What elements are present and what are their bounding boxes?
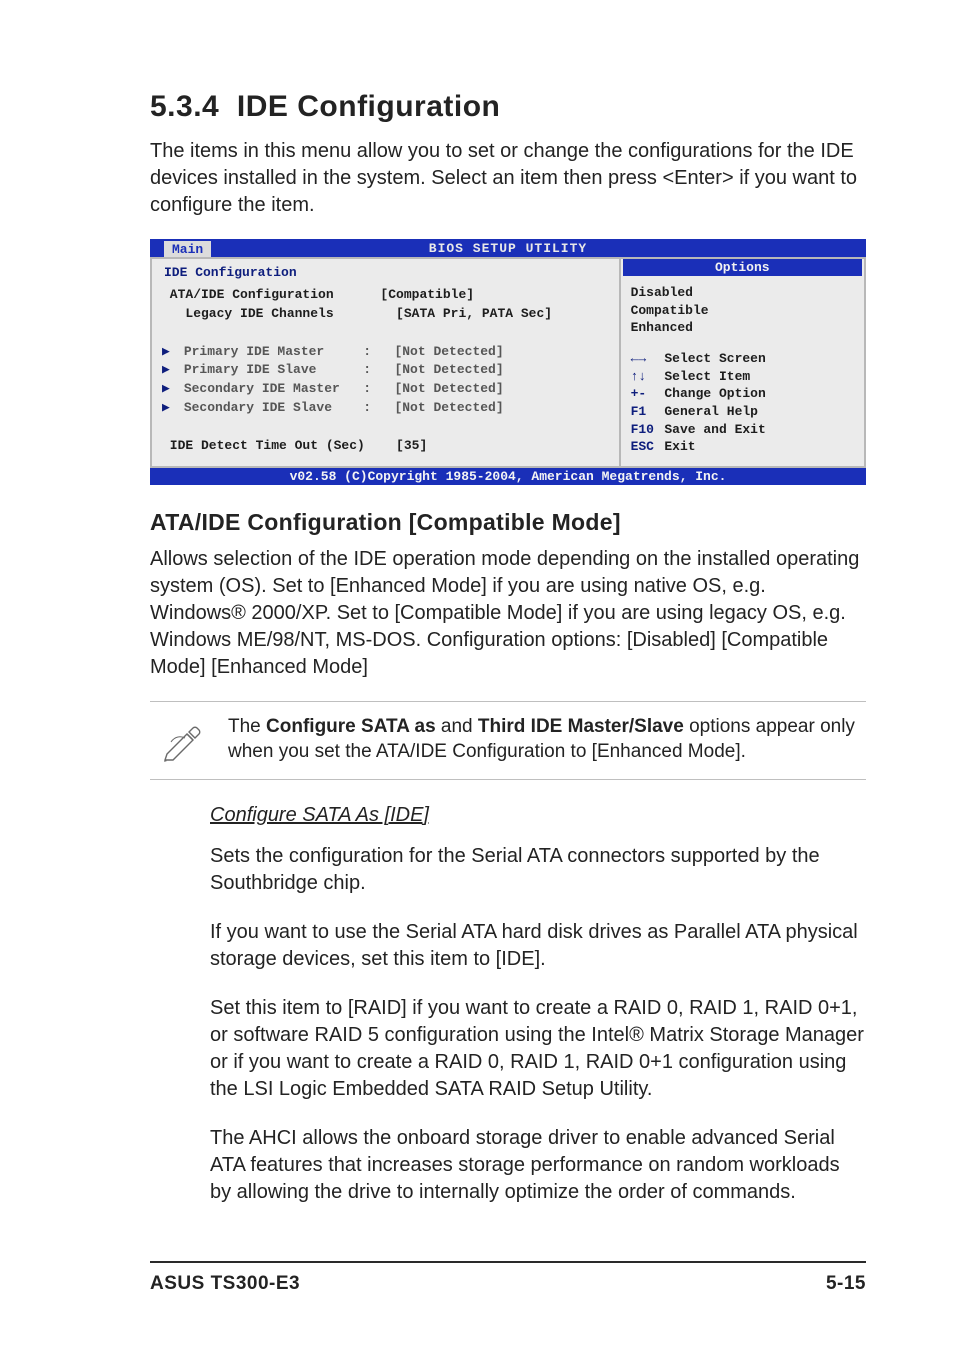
bios-setting-row — [162, 418, 609, 437]
footer-product: ASUS TS300-E3 — [150, 1273, 300, 1295]
bios-help-row: F1 General Help — [631, 403, 854, 421]
section-title: IDE Configuration — [237, 90, 500, 123]
bios-main-panel: IDE Configuration ATA/IDE Configuration … — [150, 257, 619, 468]
bios-title-bar: BIOS SETUP UTILITY Main — [150, 239, 866, 257]
bios-setting-row[interactable]: ▶ Secondary IDE Master : [Not Detected] — [162, 380, 609, 399]
bios-setting-row[interactable]: ATA/IDE Configuration [Compatible] — [162, 286, 609, 305]
intro-paragraph: The items in this menu allow you to set … — [150, 138, 866, 219]
bios-panel-title: IDE Configuration — [162, 265, 609, 286]
subheading-paragraph: Allows selection of the IDE operation mo… — [150, 546, 866, 681]
note-block: The Configure SATA as and Third IDE Mast… — [150, 701, 866, 780]
sata-p3: Set this item to [RAID] if you want to c… — [210, 995, 866, 1103]
bios-setting-row[interactable]: Legacy IDE Channels [SATA Pri, PATA Sec] — [162, 305, 609, 324]
section-heading: 5.3.4 IDE Configuration — [150, 90, 866, 124]
bios-setting-row[interactable]: IDE Detect Time Out (Sec) [35] — [162, 437, 609, 456]
bios-setting-row[interactable]: ▶ Secondary IDE Slave : [Not Detected] — [162, 399, 609, 418]
bios-help-row: ↑↓ Select Item — [631, 368, 854, 386]
note-text: The Configure SATA as and Third IDE Mast… — [228, 714, 862, 765]
bios-help-row: F10 Save and Exit — [631, 421, 854, 439]
sata-p4: The AHCI allows the onboard storage driv… — [210, 1125, 866, 1206]
footer-page: 5-15 — [826, 1273, 866, 1295]
bios-setting-row — [162, 324, 609, 343]
bios-tab-main[interactable]: Main — [164, 241, 211, 257]
bios-options-title: Options — [623, 259, 862, 276]
bios-title: BIOS SETUP UTILITY — [150, 241, 866, 256]
bios-screenshot: BIOS SETUP UTILITY Main IDE Configuratio… — [150, 239, 866, 485]
bios-help-row: ←→ Select Screen — [631, 350, 854, 368]
bios-option[interactable]: Disabled — [631, 284, 854, 302]
bios-copyright: v02.58 (C)Copyright 1985-2004, American … — [150, 468, 866, 485]
bios-setting-row[interactable]: ▶ Primary IDE Master : [Not Detected] — [162, 343, 609, 362]
sata-p2: If you want to use the Serial ATA hard d… — [210, 919, 866, 973]
bios-option[interactable]: Compatible — [631, 302, 854, 320]
bios-help-row: ESC Exit — [631, 438, 854, 456]
bios-help-row: +- Change Option — [631, 385, 854, 403]
pencil-icon — [154, 714, 210, 762]
section-number: 5.3.4 — [150, 90, 219, 123]
bios-setting-row[interactable]: ▶ Primary IDE Slave : [Not Detected] — [162, 361, 609, 380]
page-footer: ASUS TS300-E3 5-15 — [150, 1261, 866, 1295]
sata-p1: Sets the configuration for the Serial AT… — [210, 843, 866, 897]
bios-option[interactable]: Enhanced — [631, 319, 854, 337]
sata-heading: Configure SATA As [IDE] — [210, 804, 866, 827]
bios-side-panel: Options DisabledCompatibleEnhanced ←→ Se… — [619, 257, 866, 468]
bios-help-keys: ←→ Select Screen↑↓ Select Item+- Change … — [621, 344, 864, 465]
subheading: ATA/IDE Configuration [Compatible Mode] — [150, 509, 866, 536]
